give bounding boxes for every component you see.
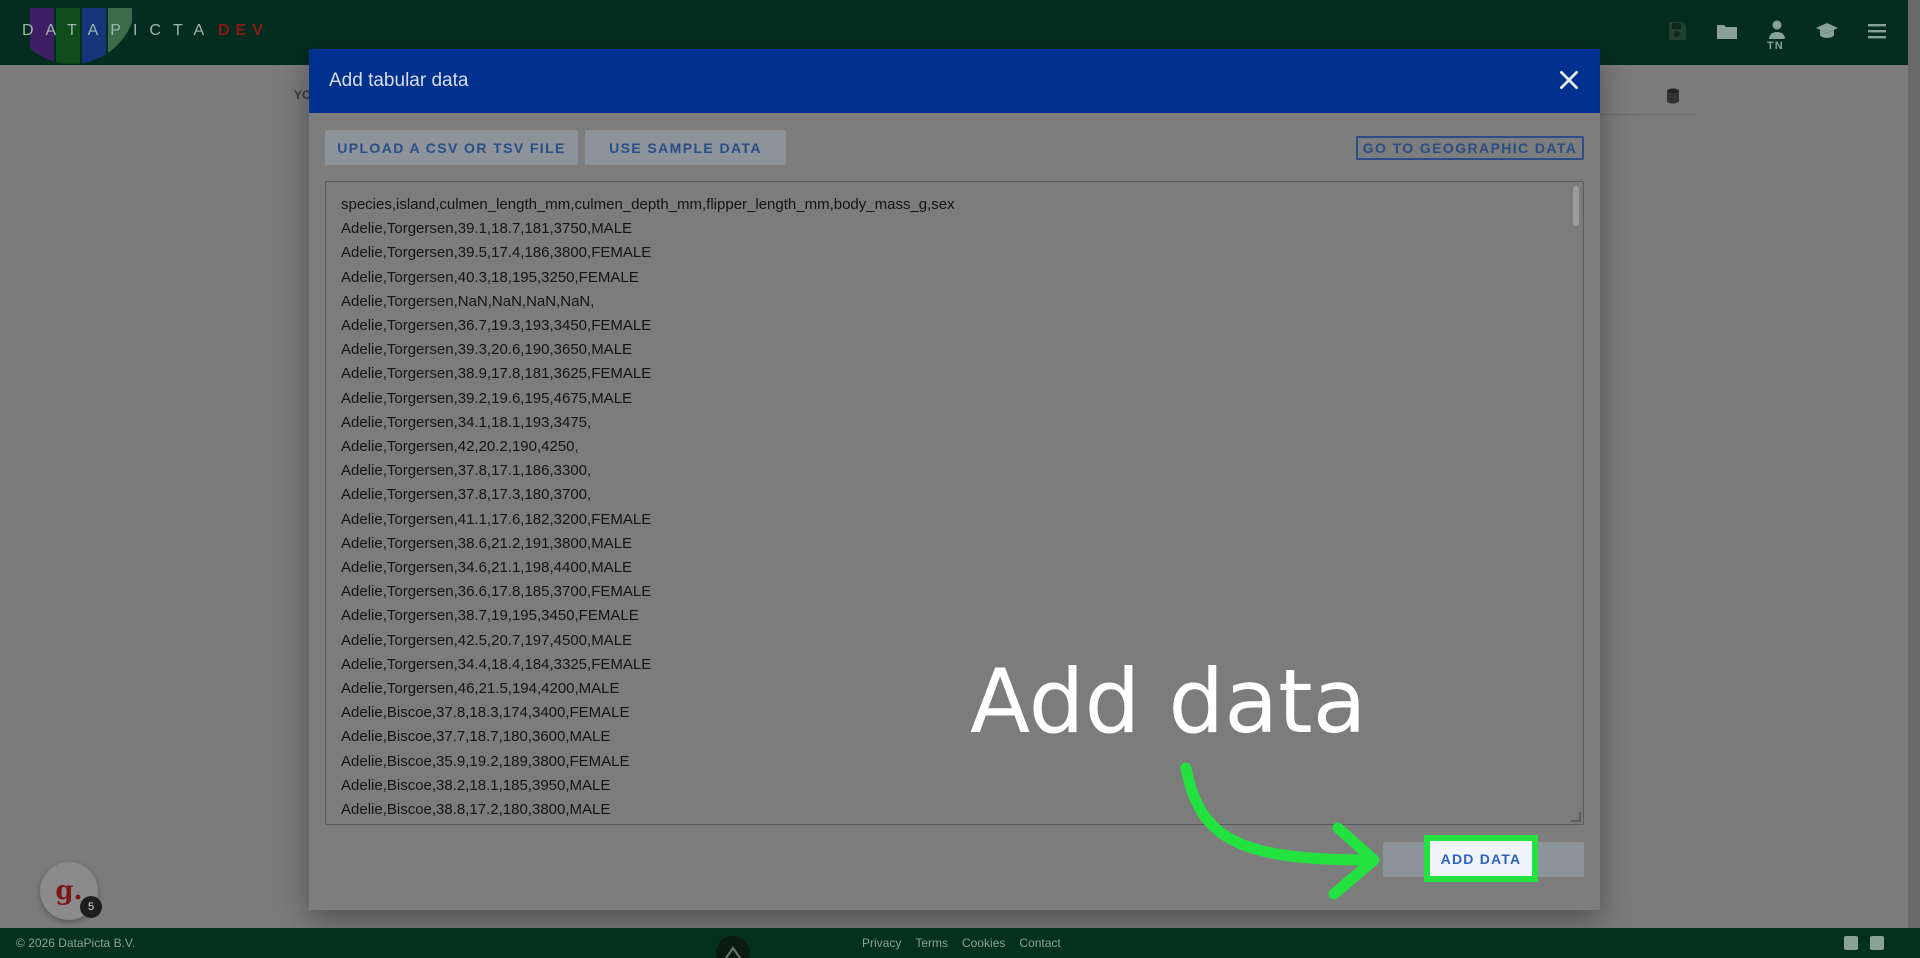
footer-copyright: © 2026 DataPicta B.V. xyxy=(16,936,136,950)
database-icon[interactable] xyxy=(1666,88,1680,104)
footer-link-privacy[interactable]: Privacy xyxy=(862,936,901,950)
textarea-scrollbar[interactable] xyxy=(1573,186,1579,226)
textarea-content: species,island,culmen_length_mm,culmen_d… xyxy=(341,196,955,819)
youtube-icon[interactable] xyxy=(1844,936,1858,950)
folder-open-icon[interactable] xyxy=(1714,18,1740,44)
topbar-icons: TN xyxy=(1664,18,1890,52)
add-data-button[interactable]: ADD DATA xyxy=(1424,835,1538,882)
user-icon[interactable]: TN xyxy=(1764,18,1790,52)
dialog-header: Add tabular data xyxy=(309,49,1600,113)
logo-env-label: DEV xyxy=(218,22,269,39)
annotation-arrow-icon xyxy=(1180,762,1380,900)
footer-links: Privacy Terms Cookies Contact xyxy=(862,936,1061,950)
data-textarea[interactable]: species,island,culmen_length_mm,culmen_d… xyxy=(325,181,1584,825)
upload-csv-button[interactable]: UPLOAD A CSV OR TSV FILE xyxy=(325,130,578,165)
resize-handle[interactable] xyxy=(1571,812,1581,822)
use-sample-data-button[interactable]: USE SAMPLE DATA xyxy=(585,130,786,165)
chat-notification-badge: 5 xyxy=(80,896,102,918)
footer-link-cookies[interactable]: Cookies xyxy=(962,936,1005,950)
menu-icon[interactable] xyxy=(1864,18,1890,44)
footer: © 2026 DataPicta B.V. Privacy Terms Cook… xyxy=(0,928,1920,958)
dialog-title: Add tabular data xyxy=(329,70,469,91)
page-scrollbar[interactable] xyxy=(1908,0,1920,928)
add-tabular-data-dialog: Add tabular data UPLOAD A CSV OR TSV FIL… xyxy=(309,49,1600,910)
linkedin-icon[interactable] xyxy=(1870,936,1884,950)
annotation-label: Add data xyxy=(970,650,1367,753)
user-initials: TN xyxy=(1767,40,1784,52)
close-icon[interactable] xyxy=(1556,67,1582,93)
logo-text: DATAPICTA xyxy=(22,22,217,39)
graduation-cap-icon[interactable] xyxy=(1814,18,1840,44)
save-icon[interactable] xyxy=(1664,18,1690,44)
footer-link-contact[interactable]: Contact xyxy=(1019,936,1060,950)
go-to-geographic-data-button[interactable]: GO TO GEOGRAPHIC DATA xyxy=(1356,136,1584,160)
footer-link-terms[interactable]: Terms xyxy=(915,936,948,950)
footer-social xyxy=(1844,936,1884,950)
background-divider xyxy=(1600,114,1696,115)
